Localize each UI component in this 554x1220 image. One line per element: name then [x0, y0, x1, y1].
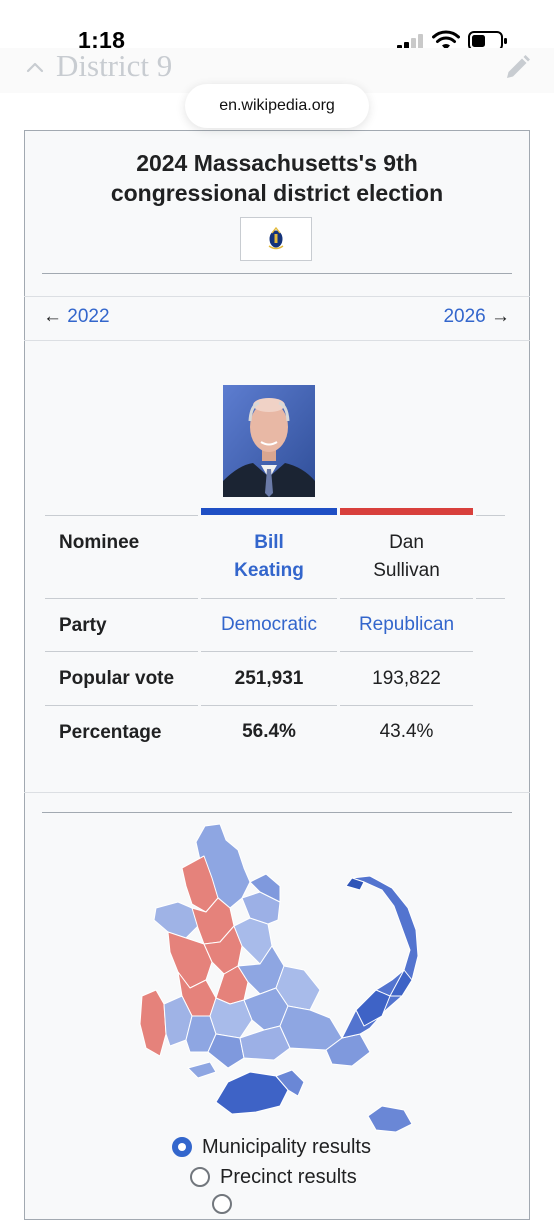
- pencil-edit-icon[interactable]: [501, 52, 533, 84]
- percentage-sullivan: 43.4%: [379, 721, 434, 742]
- nominee-name-line2: Sullivan: [373, 560, 440, 581]
- nav-bottom-border: [24, 340, 530, 341]
- table-row-divider: [201, 705, 337, 706]
- democratic-party-color-bar: [201, 508, 337, 515]
- table-row-divider: [201, 651, 337, 652]
- table-row-divider: [340, 598, 473, 599]
- municipality-results-map[interactable]: [120, 820, 430, 1140]
- nominee-name-line1[interactable]: Bill: [201, 529, 337, 557]
- radio-unselected-icon[interactable]: [212, 1194, 232, 1214]
- massachusetts-flag[interactable]: [240, 217, 312, 261]
- popular-vote-keating: 251,931: [234, 668, 304, 689]
- map-option-label: Precinct results: [220, 1166, 357, 1188]
- table-row-divider: [476, 515, 505, 516]
- percentage-keating: 56.4%: [242, 721, 296, 742]
- previous-election-link[interactable]: ← 2022: [43, 306, 110, 328]
- popular-vote-label: Popular vote: [59, 668, 175, 689]
- percentage-label: Percentage: [59, 722, 162, 743]
- nominee-label: Nominee: [59, 532, 140, 553]
- next-election-year[interactable]: 2026: [443, 306, 485, 327]
- nominee-name-line1: Dan: [389, 532, 424, 553]
- nominee-name-line2[interactable]: Keating: [201, 557, 337, 585]
- radio-unselected-icon[interactable]: [190, 1167, 210, 1187]
- infobox-title: 2024 Massachusetts's 9th congressional d…: [0, 148, 554, 208]
- table-row-divider: [45, 651, 198, 652]
- infobox-title-line2: congressional district election: [110, 180, 444, 206]
- nav-top-border: [24, 296, 530, 297]
- url-bar[interactable]: en.wikipedia.org: [185, 84, 369, 128]
- map-section-border: [24, 792, 530, 793]
- previous-election-year[interactable]: 2022: [67, 306, 109, 327]
- republican-party-color-bar: [340, 508, 473, 515]
- party-label: Party: [59, 615, 107, 636]
- party-republican-link[interactable]: Republican: [340, 611, 473, 639]
- table-row-divider: [45, 515, 198, 516]
- table-row-divider: [340, 651, 473, 652]
- candidate-photo-bill-keating[interactable]: [223, 385, 315, 497]
- table-row-divider: [201, 598, 337, 599]
- infobox-title-line1: 2024 Massachusetts's 9th: [136, 150, 418, 176]
- nominee-dan-sullivan: Dan Sullivan: [340, 529, 473, 585]
- table-row-divider: [476, 598, 505, 599]
- section-title: District 9: [56, 48, 173, 83]
- left-arrow-icon: ←: [43, 306, 62, 327]
- party-democratic-link[interactable]: Democratic: [201, 611, 337, 639]
- table-row-divider: [340, 705, 473, 706]
- radio-selected-icon[interactable]: [172, 1137, 192, 1157]
- chevron-up-icon[interactable]: [25, 58, 45, 78]
- right-arrow-icon: →: [491, 306, 510, 327]
- next-election-link[interactable]: 2026 →: [443, 306, 510, 328]
- table-row-divider: [45, 598, 198, 599]
- state-seal-icon: [268, 226, 284, 250]
- table-row-divider: [45, 705, 198, 706]
- map-option-label: Municipality results: [202, 1136, 371, 1158]
- title-divider: [42, 273, 512, 274]
- map-divider: [42, 812, 512, 813]
- nominee-bill-keating[interactable]: Bill Keating: [201, 529, 337, 585]
- popular-vote-sullivan: 193,822: [372, 668, 441, 689]
